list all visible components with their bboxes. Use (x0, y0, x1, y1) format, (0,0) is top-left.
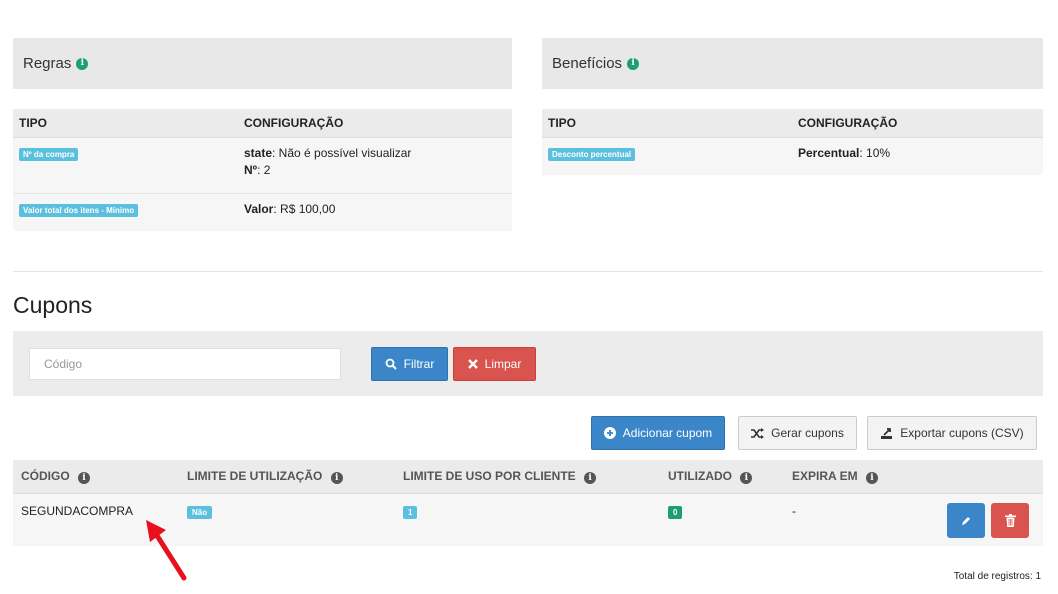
col-utilizado[interactable]: UTILIZADO i (660, 460, 784, 494)
arrow-pointer (146, 520, 187, 581)
edit-button[interactable] (946, 503, 985, 538)
delete-button[interactable] (991, 502, 1029, 538)
config-key: state (244, 145, 273, 160)
generate-coupons-button[interactable]: Gerar cupons (738, 416, 857, 450)
col-codigo[interactable]: CÓDIGO i (13, 460, 179, 494)
filter-bar: Filtrar Limpar (13, 331, 1043, 396)
add-coupon-button[interactable]: Adicionar cupom (591, 416, 725, 450)
benefits-panel-header: Benefícios i (542, 38, 1043, 89)
benefits-title: Benefícios (552, 55, 623, 72)
config-value: : R$ 100,00 (273, 201, 336, 216)
col-limite-por-cliente[interactable]: LIMITE DE USO POR CLIENTE i (395, 460, 660, 494)
benefits-col-tipo: TIPO (542, 109, 792, 138)
config-value: : 2 (257, 162, 271, 177)
config-key: Valor (244, 201, 274, 216)
search-icon (385, 358, 397, 370)
benefit-type-badge: Desconto percentual (548, 147, 636, 161)
table-row: Nº da compra state: Não é possível visua… (13, 137, 512, 194)
clear-button[interactable]: Limpar (453, 347, 536, 381)
clear-button-label: Limpar (484, 357, 522, 371)
rules-table: TIPO CONFIGURAÇÃO Nº da compra state: Nã… (13, 109, 512, 231)
info-icon[interactable]: i (584, 472, 597, 484)
per-client-badge: 1 (403, 505, 418, 519)
info-icon[interactable]: i (76, 57, 89, 70)
plus-circle-icon (603, 427, 616, 439)
col-limite-utilizacao[interactable]: LIMITE DE UTILIZAÇÃO i (179, 460, 395, 494)
rule-type-badge: Nº da compra (19, 147, 79, 161)
add-coupon-label: Adicionar cupom (622, 426, 713, 440)
export-coupons-button[interactable]: Exportar cupons (CSV) (867, 416, 1037, 450)
rules-panel-header: Regras i (13, 38, 512, 89)
export-icon (881, 427, 893, 439)
filter-button[interactable]: Filtrar (371, 347, 448, 381)
info-icon[interactable]: i (330, 472, 343, 484)
info-icon[interactable]: i (740, 472, 753, 484)
times-icon (467, 359, 478, 369)
info-icon[interactable]: i (627, 57, 640, 70)
rules-title: Regras (23, 55, 72, 72)
info-icon[interactable]: i (865, 472, 878, 484)
config-value: : 10% (859, 145, 891, 160)
section-divider (13, 271, 1043, 272)
rules-col-tipo: TIPO (13, 109, 238, 138)
rules-panel: Regras i TIPO CONFIGURAÇÃO Nº da compra … (13, 38, 512, 231)
trash-icon (1004, 513, 1016, 527)
info-icon[interactable]: i (78, 472, 91, 484)
col-actions (934, 460, 1043, 494)
filter-button-label: Filtrar (403, 357, 435, 371)
table-row: Valor total dos itens - Mínimo Valor: R$… (13, 193, 512, 231)
export-coupons-label: Exportar cupons (CSV) (900, 426, 1024, 440)
benefits-table: TIPO CONFIGURAÇÃO Desconto percentual Pe… (542, 109, 1043, 175)
used-badge: 0 (668, 505, 683, 519)
table-row: Desconto percentual Percentual: 10% (542, 137, 1043, 175)
rules-col-config: CONFIGURAÇÃO (238, 109, 512, 138)
page-title: Cupons (13, 292, 93, 318)
rule-type-badge: Valor total dos itens - Mínimo (19, 203, 139, 217)
random-icon (751, 427, 765, 439)
total-records: Total de registros: 1 (953, 571, 1041, 582)
pencil-icon (961, 516, 970, 525)
col-expira-em[interactable]: EXPIRA EM i (784, 460, 934, 494)
search-input[interactable] (29, 348, 341, 380)
config-key: Percentual (798, 145, 860, 160)
expires-value: - (784, 493, 934, 546)
benefits-panel: Benefícios i TIPO CONFIGURAÇÃO Desconto … (542, 38, 1043, 175)
generate-coupons-label: Gerar cupons (771, 426, 844, 440)
config-key: Nº (244, 162, 258, 177)
config-value: : Não é possível visualizar (272, 145, 412, 160)
benefits-col-config: CONFIGURAÇÃO (792, 109, 1043, 138)
limit-badge: Não (187, 505, 213, 519)
